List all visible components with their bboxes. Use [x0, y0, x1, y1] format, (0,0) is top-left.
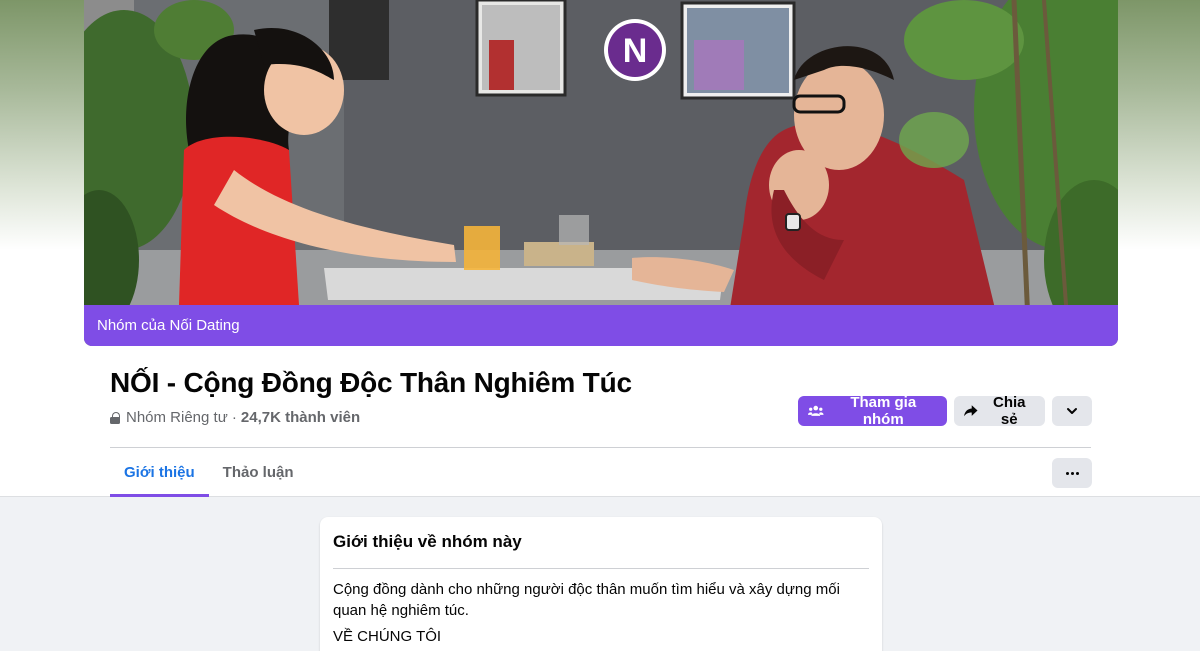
chevron-down-icon [1067, 408, 1077, 414]
tabs-more-button[interactable] [1052, 458, 1092, 488]
about-card-title: Giới thiệu về nhóm này [333, 532, 522, 551]
tab-about[interactable]: Giới thiệu [110, 448, 209, 497]
cover-photo[interactable]: N Nhóm của Nối Dating [84, 0, 1118, 346]
share-label: Chia sẻ [993, 394, 1026, 428]
noi-logo: N [604, 19, 666, 81]
about-description: Cộng đồng dành cho những người độc thân … [333, 581, 840, 619]
group-meta: Nhóm Riêng tư · 24,7K thành viên [110, 409, 360, 426]
group-privacy[interactable]: Nhóm Riêng tư · [126, 409, 237, 426]
join-group-label: Tham gia nhóm [850, 394, 917, 428]
about-us-heading: VỀ CHÚNG TÔI [333, 628, 442, 645]
about-card-divider [333, 568, 869, 569]
cover-photo-scene: N [84, 0, 1118, 346]
more-options-dropdown-button[interactable] [1052, 396, 1092, 426]
more-dots-icon [1065, 471, 1079, 475]
people-icon [808, 405, 824, 416]
group-actions: Tham gia nhóm Chia sẻ [798, 394, 1092, 428]
share-arrow-icon [964, 405, 978, 417]
share-button[interactable]: Chia sẻ [954, 394, 1045, 428]
group-owner-text: Nhóm của Nối Dating [97, 317, 240, 334]
join-group-button[interactable]: Tham gia nhóm [798, 394, 947, 428]
svg-text:N: N [623, 32, 648, 70]
lock-icon [110, 411, 120, 424]
tab-discussion-label: Thảo luận [222, 464, 294, 481]
group-title: NỐI - Cộng Đồng Độc Thân Nghiêm Túc [110, 367, 632, 398]
member-count[interactable]: 24,7K thành viên [241, 409, 360, 426]
about-group-card: Giới thiệu về nhóm này Cộng đồng dành ch… [320, 517, 882, 651]
group-owner-banner[interactable]: Nhóm của Nối Dating [84, 305, 1118, 346]
tab-about-label: Giới thiệu [124, 464, 195, 481]
tab-discussion[interactable]: Thảo luận [209, 448, 308, 497]
group-tabs: Giới thiệu Thảo luận [110, 448, 308, 497]
